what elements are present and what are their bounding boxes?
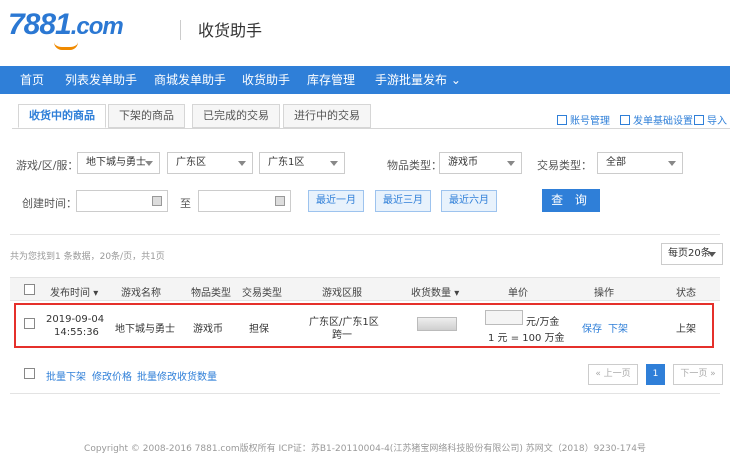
server-select-value: 广东1区 [268, 157, 305, 168]
edit-price-link[interactable]: 修改价格 [92, 368, 132, 383]
section-divider [10, 234, 720, 235]
import-label: 导入 [707, 116, 727, 127]
site-logo[interactable]: 7881.com [8, 8, 124, 50]
col-publish-time-label: 发布时间 [50, 288, 90, 299]
item-type-select[interactable]: 游戏币 [439, 152, 522, 174]
to-label: 至 [180, 197, 191, 210]
footer-divider [10, 393, 720, 394]
header-divider [180, 20, 181, 40]
highlight-box [14, 303, 714, 348]
tab-completed[interactable]: 已完成的交易 [192, 104, 280, 128]
tab-in-progress[interactable]: 进行中的交易 [283, 104, 371, 128]
col-quantity-label: 收货数量 [411, 288, 451, 299]
calendar-icon [152, 196, 162, 206]
dropdown-arrow-icon [507, 161, 515, 166]
region-select[interactable]: 广东区 [167, 152, 253, 174]
trade-type-label: 交易类型： [537, 159, 592, 172]
dropdown-arrow-icon [708, 252, 716, 257]
col-status: 状态 [676, 288, 696, 299]
game-filter-label: 游戏/区/服： [16, 159, 79, 172]
created-time-label: 创建时间： [22, 197, 77, 210]
col-publish-time[interactable]: 发布时间 ▾ [50, 284, 98, 299]
sort-icon: ▾ [454, 288, 460, 299]
item-type-select-value: 游戏币 [448, 157, 478, 168]
dropdown-arrow-icon [145, 161, 153, 166]
region-select-value: 广东区 [176, 157, 206, 168]
table-header: 发布时间 ▾ 游戏名称 物品类型 交易类型 游戏区服 收货数量 ▾ 单价 操作 … [10, 277, 720, 301]
next-page-button[interactable]: 下一页 » [673, 364, 723, 385]
nav-mall-assistant[interactable]: 商城发单助手 [154, 66, 226, 94]
order-settings-link[interactable]: 发单基础设置 [620, 112, 693, 127]
bulk-take-down-link[interactable]: 批量下架 [46, 368, 86, 383]
item-type-label: 物品类型： [387, 159, 442, 172]
nav-list-assistant[interactable]: 列表发单助手 [65, 66, 137, 94]
settings-doc-icon [620, 115, 630, 125]
col-action: 操作 [594, 288, 614, 299]
order-settings-label: 发单基础设置 [633, 116, 693, 127]
trade-type-select-value: 全部 [606, 157, 626, 168]
nav-mobile-batch[interactable]: 手游批量发布 ⌄ [375, 66, 461, 94]
footer-copyright: Copyright © 2008-2016 7881.com版权所有 ICP证：… [84, 444, 646, 454]
col-trade-type: 交易类型 [242, 288, 282, 299]
col-server: 游戏区服 [322, 288, 362, 299]
tab-receiving[interactable]: 收货中的商品 [18, 104, 106, 128]
tab-offline[interactable]: 下架的商品 [108, 104, 185, 128]
per-page-select[interactable]: 每页20条 [661, 243, 723, 265]
last-three-months-button[interactable]: 最近三月 [375, 190, 431, 212]
dropdown-arrow-icon [330, 161, 338, 166]
bulk-select-checkbox[interactable] [24, 368, 35, 379]
nav-mobile-batch-label: 手游批量发布 [375, 73, 448, 87]
col-game-name: 游戏名称 [121, 288, 161, 299]
col-quantity[interactable]: 收货数量 ▾ [411, 284, 459, 299]
bulk-edit-quantity-link[interactable]: 批量修改收货数量 [137, 368, 217, 383]
col-unit-price: 单价 [508, 288, 528, 299]
sort-icon: ▾ [93, 288, 99, 299]
logo-suffix: .com [70, 13, 124, 40]
trade-type-select[interactable]: 全部 [597, 152, 683, 174]
main-nav: 首页 列表发单助手 商城发单助手 收货助手 库存管理 手游批量发布 ⌄ [0, 66, 730, 94]
account-icon [557, 115, 567, 125]
last-six-months-button[interactable]: 最近六月 [441, 190, 497, 212]
server-select[interactable]: 广东1区 [259, 152, 345, 174]
logo-smile-icon [54, 42, 78, 50]
page-1-button[interactable]: 1 [646, 364, 665, 385]
dropdown-arrow-icon [668, 161, 676, 166]
game-select-value: 地下城与勇士 [86, 157, 146, 168]
account-manage-link[interactable]: 账号管理 [557, 112, 610, 127]
nav-inventory[interactable]: 库存管理 [307, 66, 355, 94]
dropdown-arrow-icon [238, 161, 246, 166]
import-icon [694, 115, 704, 125]
start-date-input[interactable] [76, 190, 168, 212]
per-page-value: 每页20条 [668, 248, 711, 259]
nav-home[interactable]: 首页 [20, 66, 44, 94]
end-date-input[interactable] [198, 190, 291, 212]
account-manage-label: 账号管理 [570, 116, 610, 127]
game-select[interactable]: 地下城与勇士 [77, 152, 160, 174]
result-count: 共为您找到1 条数据，20条/页，共1页 [10, 252, 165, 262]
logo-text: 7881 [8, 8, 72, 41]
col-item-type: 物品类型 [191, 288, 231, 299]
calendar-icon [275, 196, 285, 206]
prev-page-button[interactable]: « 上一页 [588, 364, 638, 385]
last-month-button[interactable]: 最近一月 [308, 190, 364, 212]
tab-divider [12, 128, 730, 129]
header: 7881.com 收货助手 [0, 0, 730, 64]
search-button[interactable]: 查 询 [542, 189, 600, 212]
nav-receive-assistant[interactable]: 收货助手 [242, 66, 290, 94]
select-all-checkbox[interactable] [24, 284, 35, 295]
page-subtitle: 收货助手 [198, 21, 263, 40]
import-link[interactable]: 导入 [694, 112, 727, 127]
chevron-down-icon: ⌄ [450, 73, 461, 87]
